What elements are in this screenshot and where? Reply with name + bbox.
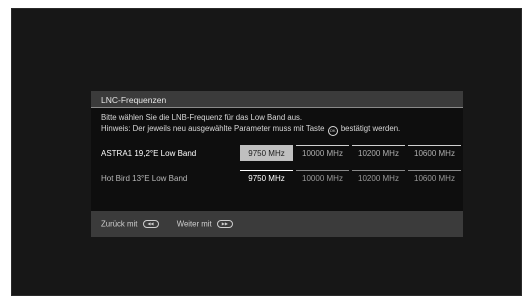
ok-button-icon: OK: [327, 126, 338, 136]
frequency-option-10600[interactable]: 10600 MHz: [408, 145, 461, 161]
hint-text-before: Hinweis: Der jeweils neu ausgewählte Par…: [101, 124, 325, 133]
frequency-option-10000[interactable]: 10000 MHz: [296, 145, 349, 161]
dialog-footer: Zurück mit ◀◀ Weiter mit ▶▶: [101, 219, 233, 229]
instruction-text: Bitte wählen Sie die LNB-Frequenz für da…: [101, 113, 303, 122]
frequency-option-10200[interactable]: 10200 MHz: [352, 170, 405, 186]
frequency-option-9750[interactable]: 9750 MHz: [240, 145, 293, 161]
frequency-option-10200[interactable]: 10200 MHz: [352, 145, 405, 161]
row-label: Hot Bird 13°E Low Band: [101, 174, 188, 183]
fast-forward-key-icon: ▶▶: [216, 220, 233, 229]
row-label: ASTRA1 19,2°E Low Band: [101, 149, 197, 158]
back-label: Zurück mit: [101, 219, 138, 229]
tv-screen: LNC-Frequenzen Bitte wählen Sie die LNB-…: [11, 8, 522, 296]
frequency-option-9750[interactable]: 9750 MHz: [240, 170, 293, 186]
hint-text: Hinweis: Der jeweils neu ausgewählte Par…: [101, 124, 400, 136]
frequency-option-10000[interactable]: 10000 MHz: [296, 170, 349, 186]
lnb-row-hotbird: Hot Bird 13°E Low Band 9750 MHz 10000 MH…: [91, 170, 463, 188]
lnb-row-astra: ASTRA1 19,2°E Low Band 9750 MHz 10000 MH…: [91, 145, 463, 163]
next-label: Weiter mit: [176, 219, 212, 229]
back-hint[interactable]: Zurück mit ◀◀: [101, 219, 161, 229]
rewind-key-icon: ◀◀: [142, 220, 159, 229]
next-hint[interactable]: Weiter mit ▶▶: [176, 219, 233, 229]
hint-text-after: bestätigt werden.: [340, 124, 401, 133]
dialog-title: LNC-Frequenzen: [101, 95, 167, 105]
frequency-option-10600[interactable]: 10600 MHz: [408, 170, 461, 186]
dialog-content: Bitte wählen Sie die LNB-Frequenz für da…: [91, 108, 463, 211]
lnb-frequency-dialog: LNC-Frequenzen Bitte wählen Sie die LNB-…: [91, 91, 463, 237]
